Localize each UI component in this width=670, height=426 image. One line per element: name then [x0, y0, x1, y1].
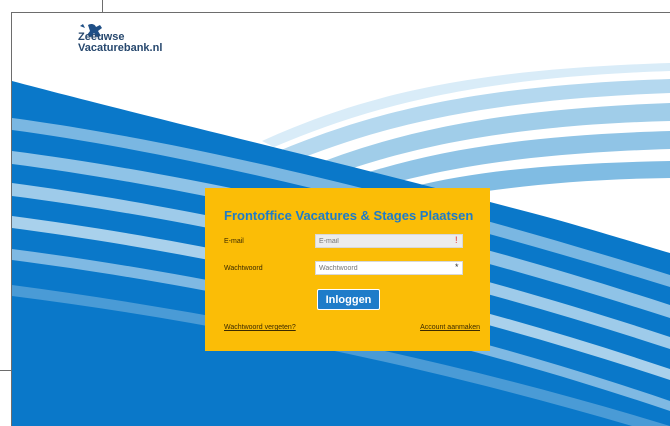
- create-account-link[interactable]: Account aanmaken: [420, 324, 480, 331]
- login-page: Zeeuwse Vacaturebank.nl Frontoffice Vaca…: [12, 13, 670, 426]
- email-field[interactable]: [315, 234, 463, 248]
- login-button[interactable]: Inloggen: [317, 289, 380, 310]
- password-label: Wachtwoord: [224, 265, 263, 272]
- forgot-password-link[interactable]: Wachtwoord vergeten?: [224, 324, 296, 331]
- password-field[interactable]: [315, 261, 463, 275]
- email-required-mark: !: [455, 235, 458, 245]
- email-label: E-mail: [224, 238, 244, 245]
- password-required-mark: *: [455, 262, 459, 272]
- login-title: Frontoffice Vacatures & Stages Plaatsen: [224, 208, 474, 223]
- login-panel: Frontoffice Vacatures & Stages Plaatsen …: [205, 188, 490, 351]
- logo-text: Zeeuwse Vacaturebank.nl: [78, 31, 163, 54]
